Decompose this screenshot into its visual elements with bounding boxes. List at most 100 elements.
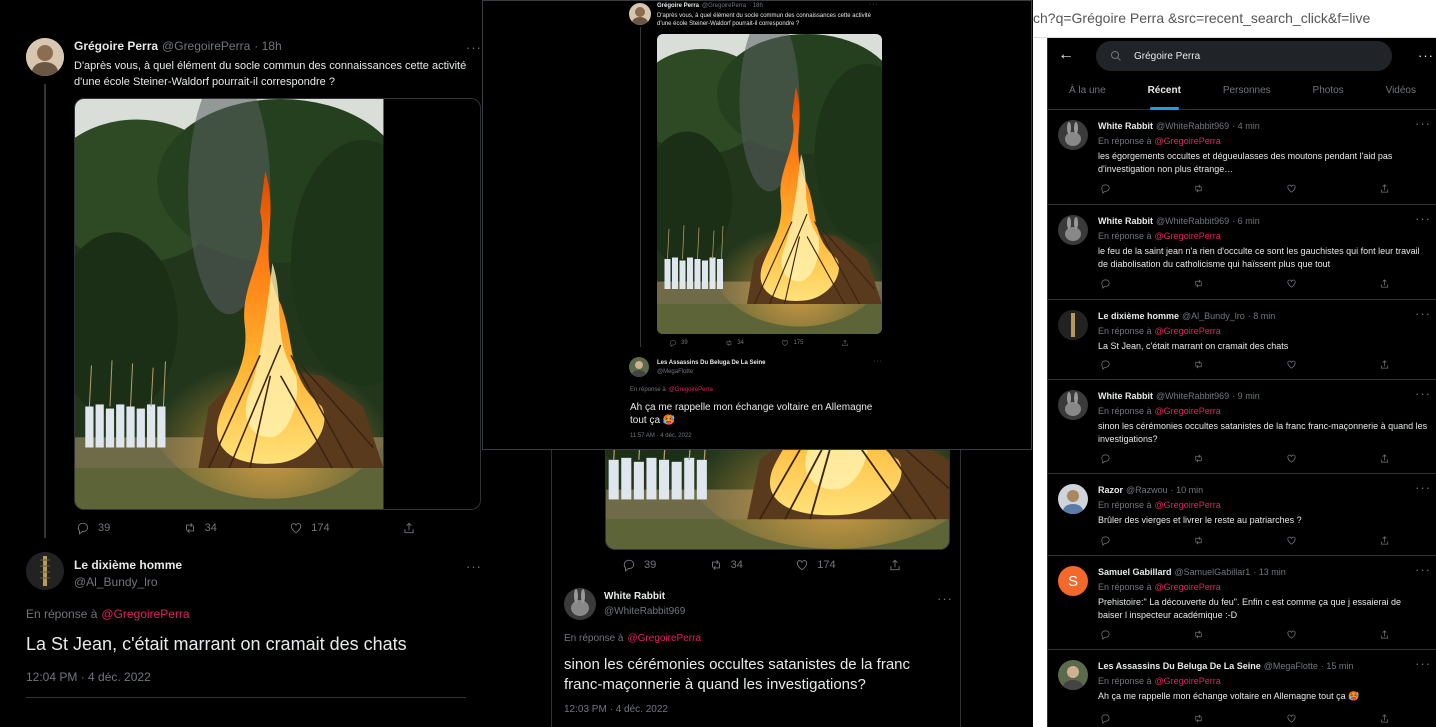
mention-link[interactable]: @GregoirePerra [1155, 581, 1221, 594]
retweet-button[interactable]: 34 [709, 558, 743, 572]
reply-icon[interactable] [1100, 535, 1111, 546]
like-icon[interactable] [1286, 278, 1297, 289]
tab-videos[interactable]: Vidéos [1386, 80, 1416, 109]
result-author-handle[interactable]: @WhiteRabbit969 [1156, 120, 1229, 133]
reply-icon[interactable] [1100, 453, 1111, 464]
result-time[interactable]: · 8 min [1248, 310, 1276, 323]
retweet-icon[interactable] [1193, 359, 1204, 370]
mention-link[interactable]: @GregoirePerra [1155, 135, 1221, 148]
tweet-time[interactable]: · 18h [749, 3, 763, 9]
search-result-tweet[interactable]: Le dixième homme @Al_Bundy_lro · 8 min En … [1048, 300, 1436, 380]
reply-author-name[interactable]: Le dixième homme [74, 558, 182, 572]
share-icon[interactable] [1379, 183, 1390, 194]
more-icon[interactable]: ··· [1418, 48, 1434, 63]
reply-author-name[interactable]: Les Assassins Du Beluga De La Seine [657, 360, 766, 366]
like-icon[interactable] [1286, 183, 1297, 194]
result-author-handle[interactable]: @Al_Bundy_lro [1182, 310, 1245, 323]
share-icon[interactable] [1379, 713, 1390, 724]
reply-button[interactable]: 39 [622, 558, 656, 572]
razor-avatar[interactable] [1058, 484, 1088, 514]
result-author-name[interactable]: White Rabbit [1098, 120, 1153, 133]
reply-author-handle[interactable]: @MegaFlotte [657, 369, 693, 375]
white-rabbit-avatar[interactable] [1058, 120, 1088, 150]
retweet-button[interactable]: 34 [725, 339, 744, 347]
retweet-button[interactable]: 34 [183, 521, 217, 535]
like-button[interactable]: 175 [781, 339, 803, 347]
retweet-icon[interactable] [1193, 453, 1204, 464]
mention-link[interactable]: @GregoirePerra [1155, 230, 1221, 243]
search-result-tweet[interactable]: Les Assassins Du Beluga De La Seine @Mega… [1048, 650, 1436, 727]
reply-icon[interactable] [1100, 183, 1111, 194]
more-icon[interactable]: ··· [466, 40, 482, 55]
more-icon[interactable]: ··· [1415, 306, 1431, 321]
reply-button[interactable]: 39 [669, 339, 688, 347]
more-icon[interactable]: ··· [1415, 656, 1431, 671]
gregoire-avatar[interactable] [26, 38, 64, 76]
mention-link[interactable]: @GregoirePerra [101, 607, 189, 621]
share-icon[interactable] [1379, 359, 1390, 370]
reply-timestamp[interactable]: 12:04 PM · 4 déc. 2022 [26, 670, 151, 684]
reply-author-name[interactable]: White Rabbit [604, 591, 665, 602]
author-handle[interactable]: @GregoirePerra [702, 3, 746, 9]
more-icon[interactable]: ··· [873, 358, 883, 365]
share-button[interactable] [888, 558, 902, 572]
result-time[interactable]: · 4 min [1232, 120, 1260, 133]
result-author-name[interactable]: Razor [1098, 484, 1123, 497]
reply-icon[interactable] [1100, 359, 1111, 370]
like-button[interactable]: 174 [795, 558, 836, 572]
like-button[interactable]: 174 [289, 521, 330, 535]
samuel-avatar[interactable]: S [1058, 566, 1088, 596]
mention-link[interactable]: @GregoirePerra [1155, 405, 1221, 418]
retweet-icon[interactable] [1193, 629, 1204, 640]
tweet-time[interactable]: · 18h [254, 39, 281, 53]
white-rabbit-avatar[interactable] [1058, 215, 1088, 245]
mention-link[interactable]: @GregoirePerra [1155, 325, 1221, 338]
more-icon[interactable]: ··· [1415, 211, 1431, 226]
mention-link[interactable]: @GregoirePerra [669, 387, 713, 393]
search-result-tweet[interactable]: White Rabbit @WhiteRabbit969 · 9 min En ré… [1048, 380, 1436, 474]
author-name[interactable]: Grégoire Perra [657, 3, 699, 9]
more-icon[interactable]: ··· [937, 591, 953, 606]
more-icon[interactable]: ··· [1415, 386, 1431, 401]
share-button[interactable] [402, 521, 416, 535]
search-result-tweet[interactable]: Razor @Razwou · 10 min En réponse à @Gregoi… [1048, 474, 1436, 556]
result-time[interactable]: · 13 min [1253, 566, 1286, 579]
tab-photos[interactable]: Photos [1313, 80, 1344, 109]
share-icon[interactable] [1379, 629, 1390, 640]
retweet-icon[interactable] [1193, 278, 1204, 289]
beluga-avatar[interactable] [629, 357, 649, 377]
result-author-name[interactable]: Les Assassins Du Beluga De La Seine [1098, 660, 1261, 673]
search-result-tweet[interactable]: S Samuel Gabillard @SamuelGabillar1 · 13 m… [1048, 556, 1436, 650]
share-icon[interactable] [1379, 453, 1390, 464]
tweet-photo[interactable] [605, 440, 950, 550]
dixieme-avatar[interactable] [1058, 310, 1088, 340]
share-icon[interactable] [1379, 535, 1390, 546]
beluga-avatar[interactable] [1058, 660, 1088, 690]
like-icon[interactable] [1286, 629, 1297, 640]
reply-icon[interactable] [1100, 713, 1111, 724]
gregoire-avatar[interactable] [629, 3, 651, 25]
like-icon[interactable] [1286, 713, 1297, 724]
more-icon[interactable]: ··· [466, 559, 482, 574]
tab-a-la-une[interactable]: À la une [1069, 80, 1106, 109]
mention-link[interactable]: @GregoirePerra [1155, 675, 1221, 688]
result-author-handle[interactable]: @MegaFlotte [1264, 660, 1318, 673]
result-author-handle[interactable]: @Razwou [1126, 484, 1168, 497]
result-author-handle[interactable]: @SamuelGabillar1 [1175, 566, 1251, 579]
more-icon[interactable]: ··· [1415, 562, 1431, 577]
result-author-name[interactable]: White Rabbit [1098, 390, 1153, 403]
author-name[interactable]: Grégoire Perra [74, 39, 158, 53]
search-result-tweet[interactable]: White Rabbit @WhiteRabbit969 · 4 min En ré… [1048, 110, 1436, 205]
search-input[interactable]: Grégoire Perra [1096, 41, 1392, 71]
reply-timestamp[interactable]: 12:03 PM · 4 déc. 2022 [564, 704, 668, 715]
result-author-name[interactable]: Le dixième homme [1098, 310, 1179, 323]
retweet-icon[interactable] [1193, 183, 1204, 194]
like-icon[interactable] [1286, 359, 1297, 370]
retweet-icon[interactable] [1193, 535, 1204, 546]
result-author-handle[interactable]: @WhiteRabbit969 [1156, 215, 1229, 228]
reply-icon[interactable] [1100, 629, 1111, 640]
reply-timestamp[interactable]: 11:57 AM · 4 déc. 2022 [630, 433, 692, 439]
search-result-tweet[interactable]: White Rabbit @WhiteRabbit969 · 6 min En ré… [1048, 205, 1436, 300]
more-icon[interactable]: ··· [1415, 116, 1431, 131]
reply-author-handle[interactable]: @Al_Bundy_lro [74, 575, 158, 589]
